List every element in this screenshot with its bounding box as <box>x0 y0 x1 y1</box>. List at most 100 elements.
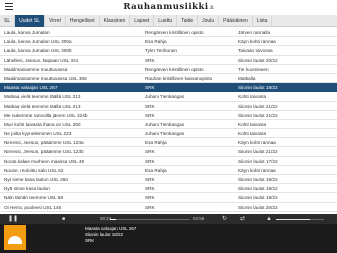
pause-icon[interactable]: ❚❚ <box>8 214 18 224</box>
volume-slider[interactable] <box>276 218 324 220</box>
song-row[interactable]: Laula, kansa Jumalan Rengärven kristillin… <box>0 28 337 38</box>
song-title: Mun kohti taivasta ihana on USL 260 <box>4 121 81 127</box>
song-title: Nyt sinne kasa laulun USL 250 <box>4 177 68 182</box>
song-album: Käyn kohti rannaa <box>238 39 276 45</box>
song-row[interactable]: Matkaa vielä teemme täällä USL 213 Juhani… <box>0 92 337 102</box>
song-artist: SRK <box>145 204 155 210</box>
song-title: Matkaa vielä teemme täällä USL 213 <box>4 103 81 109</box>
now-playing-artist: SRK <box>85 238 95 243</box>
cover-art-shape <box>8 236 22 244</box>
tab-2[interactable]: Virret <box>45 15 66 27</box>
song-album: Siionin laulut 20/22 <box>238 204 278 210</box>
song-row[interactable]: Mun kohti taivasta ihana on USL 260 Juhan… <box>0 120 337 130</box>
song-row[interactable]: Maailmassamme muuttuvassa Rengärven krist… <box>0 65 337 74</box>
song-artist: SRK <box>145 195 155 201</box>
repeat-icon[interactable]: ↻ <box>222 214 227 224</box>
song-title: Laula, kansa Jumalan USL 300a <box>4 39 72 45</box>
song-row[interactable]: Maasta valoajan USL 267 SRK Siionin laulut… <box>0 83 337 93</box>
song-row[interactable]: Oi Herra, puoleesi USL 145 SRK Siionin lau… <box>0 203 337 212</box>
player-controls: ❚❚ ■ 00:24 04:56 ↻ ⇄ ▲ <box>0 214 337 224</box>
song-artist: Tyler Tenhunen <box>145 48 177 54</box>
song-album: Käyn kohti rannaa <box>238 167 276 173</box>
song-row[interactable]: Laula, kansa Jumalan USL 300a Esa Rahja Kä… <box>0 37 337 47</box>
song-album: Matkalla <box>238 75 256 81</box>
song-artist: SRK <box>145 149 155 155</box>
song-album: Tie huomiseen <box>238 66 269 72</box>
volume-icon[interactable]: ▲ <box>266 214 272 224</box>
tab-5[interactable]: Lapset <box>130 15 155 27</box>
logo-text: Rauhanmusiikki <box>123 2 209 12</box>
song-artist: SRK <box>145 57 155 63</box>
song-row[interactable]: Nouse, reuloittu salo USL 62 Esa Rahja Käy… <box>0 166 337 175</box>
song-artist: Juhani Tienkangas <box>145 94 185 100</box>
song-row[interactable]: Laula, kansa Jumalan USL 300b Tyler Tenhu… <box>0 46 337 56</box>
logo[interactable]: Rauhanmusiikki.fi <box>0 2 337 12</box>
song-artist: Rauhan kristillinen kansanopisto <box>145 75 213 81</box>
song-list: Laula, kansa Jumalan Rengärven kristillin… <box>0 28 337 214</box>
song-title: Maailmassamme muuttuvassa USL 306 <box>4 75 87 81</box>
song-artist: Rengärven kristillinen opisto <box>145 66 204 72</box>
audio-player: ❚❚ ■ 00:24 04:56 ↻ ⇄ ▲ Maasta valoajan U… <box>0 214 337 253</box>
tab-0[interactable]: SL <box>0 15 16 27</box>
song-title: Noota kalwe murheen maassa USL 49 <box>4 158 85 164</box>
song-album: Siionin laulut 21/22 <box>238 149 278 155</box>
song-artist: SRK <box>145 85 155 91</box>
song-title: Matkaa vielä teemme täällä USL 213 <box>4 94 81 100</box>
song-album: Siionin laulut 18/22 <box>238 85 278 91</box>
song-row[interactable]: Nimessi, Jeesus, pääämme USL 123b SRK Siio… <box>0 147 337 157</box>
song-artist: Esa Rahja <box>145 140 167 146</box>
song-title: Näin tämän teemme USL 58 <box>4 195 63 201</box>
song-title: Maasta valoajan USL 267 <box>4 85 58 91</box>
song-title: Nimessi, Jeesus, pääämme USL 123b <box>4 149 84 155</box>
song-artist: Juhani Tienkangas <box>145 131 185 137</box>
song-artist: SRK <box>145 103 155 109</box>
tab-6[interactable]: Luettu <box>154 15 178 27</box>
progress-track[interactable] <box>110 218 190 220</box>
header: Rauhanmusiikki.fi <box>0 0 337 15</box>
song-title: Laula, kansa Jumalan <box>4 30 50 35</box>
category-tabs: SL Uudet SL Virret Hengelliset Klassinen Laps… <box>0 15 337 27</box>
song-title: Nouse, reuloittu salo USL 62 <box>4 167 64 173</box>
tab-1[interactable]: Uudet SL <box>15 15 45 27</box>
song-title: Maailmassamme muuttuvassa <box>4 66 68 72</box>
song-album: Siionin laulut 19/22 <box>238 177 278 182</box>
song-artist: SRK <box>145 112 155 118</box>
song-row[interactable]: Näin tämän teemme USL 58 SRK Siionin laulu… <box>0 193 337 203</box>
song-album: Taivaan toivossa <box>238 48 273 54</box>
song-artist: SRK <box>145 177 155 182</box>
song-title: Ne joilta kyyneleiminen USL 223 <box>4 131 72 137</box>
song-row[interactable]: Maailmassamme muuttuvassa USL 306 Rauhan … <box>0 74 337 84</box>
stop-icon[interactable]: ■ <box>62 214 65 224</box>
song-row[interactable]: Lähellesi, Jeesus, kaipaan USL 341 SRK Sii… <box>0 56 337 65</box>
tab-3[interactable]: Hengelliset <box>66 15 100 27</box>
song-row[interactable]: Nyt sinne kasa laulun USL 250 SRK Siionin … <box>0 175 337 185</box>
song-album: Siionin laulut 20/22 <box>238 57 278 63</box>
song-title: Me nukemme rannoilla järven USL 324b <box>4 112 88 118</box>
tab-10[interactable]: Lista <box>253 15 273 27</box>
tab-7[interactable]: Taide <box>177 15 199 27</box>
song-title: Nimessi, Jeesus, pääämme USL 123a <box>4 140 84 146</box>
tab-4[interactable]: Klassinen <box>100 15 131 27</box>
song-album: Siionin laulut 21/22 <box>238 103 278 109</box>
song-album: Järven rannalla <box>238 30 271 35</box>
song-album: Siionin laulut 19/22 <box>238 186 278 192</box>
song-album: Kohti taivasta <box>238 131 267 137</box>
song-artist: Esa Rahja <box>145 167 167 173</box>
song-album: Siionin laulut 18/22 <box>238 195 278 201</box>
song-row[interactable]: Matkaa vielä teemme täällä USL 213 SRK Sii… <box>0 102 337 111</box>
song-artist: Rengärven kristillinen opisto <box>145 30 204 35</box>
song-title: Nytt sinne kasa laulun <box>4 186 50 192</box>
album-cover <box>4 225 26 250</box>
volume-fill <box>276 218 310 220</box>
song-row[interactable]: Nimessi, Jeesus, pääämme USL 123a Esa Rah… <box>0 138 337 148</box>
song-artist: SRK <box>145 186 155 192</box>
song-row[interactable]: Noota kalwe murheen maassa USL 49 SRK Siio… <box>0 157 337 166</box>
song-title: Laula, kansa Jumalan USL 300b <box>4 48 72 54</box>
song-row[interactable]: Ne joilta kyyneleiminen USL 223 Juhani Ti… <box>0 129 337 139</box>
shuffle-icon[interactable]: ⇄ <box>240 214 245 224</box>
tab-9[interactable]: Pääsiäinen <box>219 15 253 27</box>
song-row[interactable]: Me nukemme rannoilla järven USL 324b SRK S… <box>0 111 337 120</box>
song-album: Siionin laulut 17/22 <box>238 158 278 164</box>
tab-8[interactable]: Joulu <box>198 15 220 27</box>
song-row[interactable]: Nytt sinne kasa laulun SRK Siionin laulut … <box>0 184 337 194</box>
